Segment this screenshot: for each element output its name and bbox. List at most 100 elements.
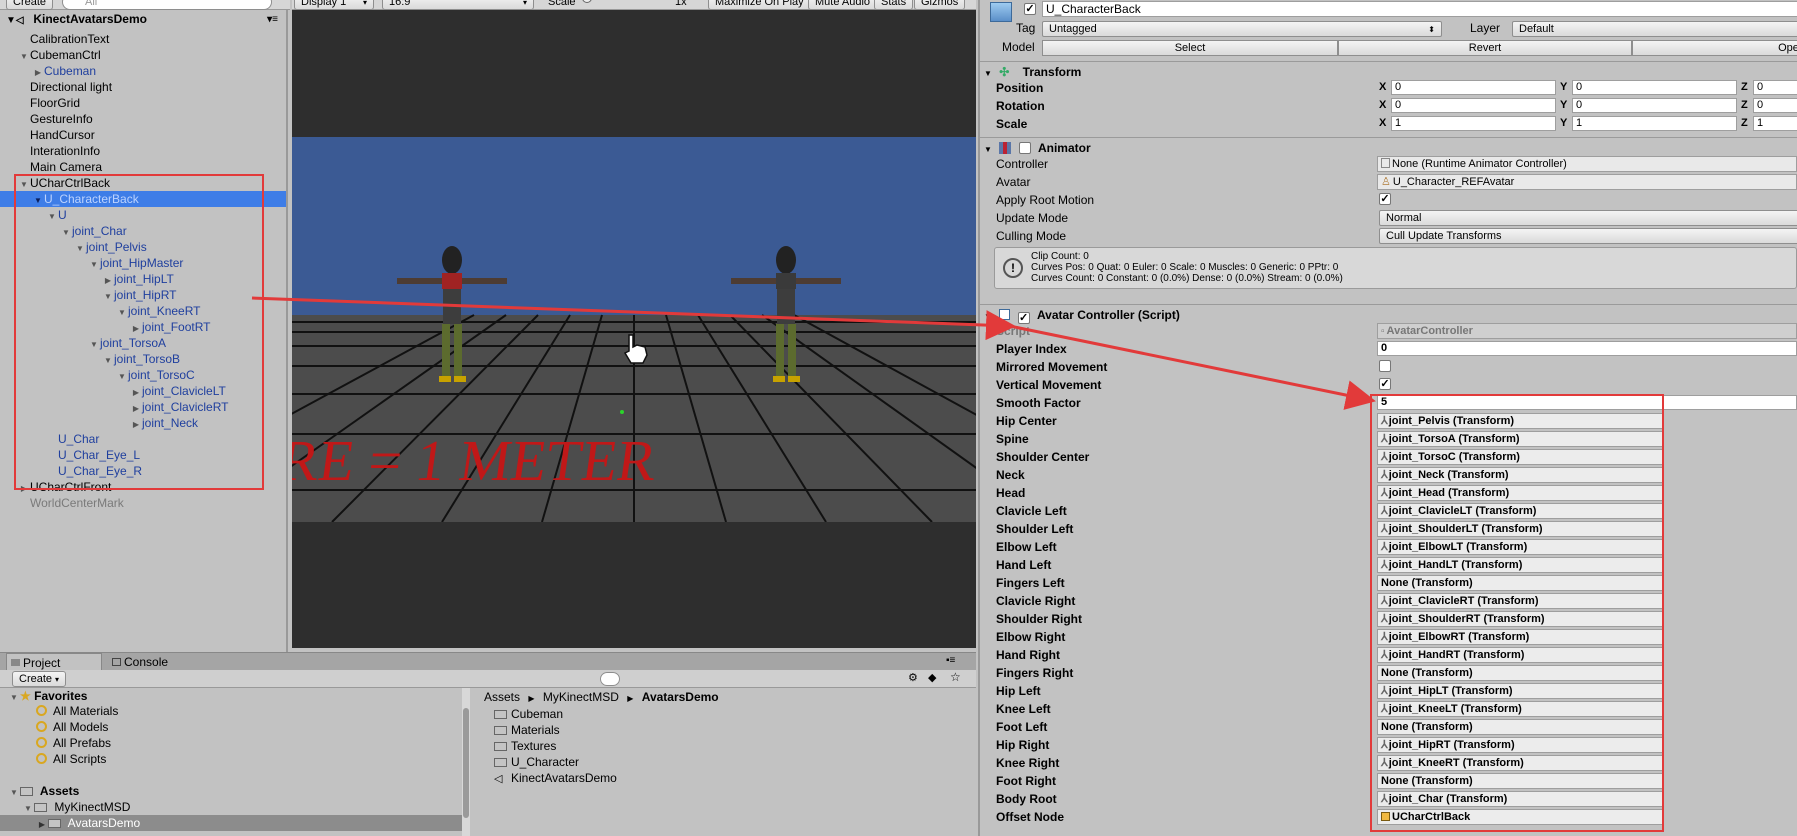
breadcrumb-separator-icon: ▶ [627, 694, 634, 703]
transform-y-field[interactable]: 0 [1572, 80, 1737, 95]
tab-console[interactable]: Console [108, 653, 198, 671]
favorite-item-label: All Prefabs [53, 736, 112, 750]
player-index-field[interactable]: 0 [1377, 341, 1797, 356]
model-revert-button[interactable]: Revert [1338, 40, 1632, 56]
transform-y-field[interactable]: 1 [1572, 116, 1737, 131]
dropdown-arrow-icon: ▾ [362, 0, 367, 7]
maximize-on-play-toggle[interactable]: Maximize On Play [708, 0, 811, 10]
hierarchy-item[interactable]: Main Camera [18, 159, 102, 175]
model-select-button[interactable]: Select [1042, 40, 1338, 56]
display-dropdown[interactable]: Display 1 ▾ [294, 0, 374, 10]
controller-field[interactable]: None (Runtime Animator Controller) [1377, 156, 1797, 172]
game-view[interactable]: ARE = 1 METER [292, 10, 976, 648]
favorite-item[interactable]: All Prefabs [36, 735, 111, 751]
project-search-input[interactable] [600, 672, 620, 686]
scale-slider-handle[interactable] [582, 0, 592, 3]
hierarchy-item[interactable]: GestureInfo [18, 111, 93, 127]
hierarchy-item-label: CalibrationText [30, 32, 110, 46]
project-tabbar: Project Console ▪≡ [0, 652, 976, 671]
hierarchy-search-input[interactable]: All [62, 0, 272, 10]
avatar-controller-header[interactable]: ▼ ✓ Avatar Controller (Script) [980, 304, 1797, 324]
bone-label: Shoulder Center [996, 450, 1090, 464]
layer-dropdown[interactable]: Default [1512, 21, 1797, 37]
favorites-header[interactable]: ▼ ★ Favorites [8, 688, 87, 704]
file-item[interactable]: U_Character [494, 754, 579, 770]
axis-label: X [1379, 99, 1387, 111]
object-name-field[interactable]: U_CharacterBack [1042, 1, 1797, 17]
transform-x-field[interactable]: 0 [1391, 80, 1556, 95]
tree-item-mykinectmsd[interactable]: ▼ MyKinectMSD [22, 799, 130, 815]
filter-label-icon[interactable]: ◆ [928, 671, 936, 684]
tab-project[interactable]: Project [6, 653, 102, 671]
transform-header[interactable]: ▼ ✣ Transform [980, 61, 1797, 81]
transform-x-field[interactable]: 0 [1391, 98, 1556, 113]
assets-header[interactable]: ▼ Assets [8, 783, 79, 799]
favorite-item-label: All Models [53, 720, 109, 734]
file-item[interactable]: ◁ KinectAvatarsDemo [494, 770, 617, 786]
hierarchy-create-button[interactable]: Create [6, 0, 54, 10]
breadcrumb-separator-icon: ▶ [528, 694, 535, 703]
axis-label: Z [1741, 117, 1748, 129]
file-item[interactable]: Cubeman [494, 706, 563, 722]
scale-value: 1x [675, 0, 687, 8]
update-mode-value: Normal [1386, 212, 1422, 224]
animator-header[interactable]: ▼ Animator [980, 137, 1797, 157]
hierarchy-item[interactable]: HandCursor [18, 127, 95, 143]
scrollbar-thumb[interactable] [463, 708, 469, 818]
favorite-star-icon[interactable]: ☆ [950, 670, 961, 684]
vertical-movement-checkbox[interactable]: ✓ [1379, 378, 1391, 390]
favorite-item[interactable]: All Models [36, 719, 108, 735]
hierarchy-menu-icon[interactable]: ▾≡ [267, 11, 278, 28]
transform-z-field[interactable]: 1 [1753, 116, 1797, 131]
hierarchy-item-label: WorldCenterMark [30, 496, 124, 510]
aspect-dropdown[interactable]: 16:9 ▾ [382, 0, 534, 10]
transform-z-field[interactable]: 0 [1753, 80, 1797, 95]
breadcrumb-item[interactable]: MyKinectMSD [543, 690, 619, 704]
gizmos-toggle[interactable]: Gizmos [914, 0, 966, 10]
apply-root-motion-checkbox[interactable]: ✓ [1379, 193, 1391, 205]
avatar-controller-enabled-checkbox[interactable]: ✓ [1017, 312, 1030, 324]
hierarchy-item[interactable]: ▶ Cubeman [32, 63, 96, 79]
bone-label: Neck [996, 468, 1025, 482]
tree-item-avatarsdemo[interactable]: ▶ AvatarsDemo [0, 815, 462, 831]
breadcrumb-item[interactable]: Assets [484, 690, 520, 704]
hierarchy-item[interactable]: CalibrationText [18, 31, 109, 47]
file-item[interactable]: Materials [494, 722, 560, 738]
update-mode-dropdown[interactable]: Normal [1379, 210, 1797, 226]
breadcrumb-item[interactable]: AvatarsDemo [642, 690, 719, 704]
scene-header[interactable]: ▼◁ KinectAvatarsDemo ▾≡ [0, 11, 286, 28]
scene-sky [292, 137, 976, 315]
mute-audio-toggle[interactable]: Mute Audio [808, 0, 878, 10]
filter-type-icon[interactable]: ⚙ [908, 671, 918, 684]
animator-icon [999, 142, 1012, 154]
avatar-field[interactable]: ♙ U_Character_REFAvatar [1377, 174, 1797, 190]
tag-dropdown[interactable]: Untagged ⬍ [1042, 21, 1442, 37]
folder-icon [494, 742, 507, 751]
hierarchy-item[interactable]: Directional light [18, 79, 112, 95]
project-create-button[interactable]: Create ▾ [12, 671, 67, 687]
folder-icon [48, 819, 61, 828]
hierarchy-item[interactable]: InterationInfo [18, 143, 100, 159]
expand-arrow-icon[interactable]: ▼ [18, 49, 30, 65]
lock-icon[interactable]: ▪≡ [946, 655, 955, 666]
favorite-item[interactable]: All Scripts [36, 751, 106, 767]
model-open-button[interactable]: Open [1632, 40, 1797, 56]
hierarchy-item[interactable]: ▼ CubemanCtrl [18, 47, 101, 63]
hierarchy-search-placeholder: All [85, 0, 98, 8]
mirrored-movement-checkbox[interactable] [1379, 360, 1391, 372]
transform-z-field[interactable]: 0 [1753, 98, 1797, 113]
hierarchy-item-label: Main Camera [30, 160, 103, 174]
active-checkbox[interactable]: ✓ [1024, 3, 1036, 15]
transform-y-field[interactable]: 0 [1572, 98, 1737, 113]
stats-toggle[interactable]: Stats [874, 0, 914, 10]
file-item[interactable]: Textures [494, 738, 556, 754]
project-scrollbar[interactable] [462, 688, 470, 836]
bone-label: Hand Right [996, 648, 1060, 662]
bone-label: Spine [996, 432, 1029, 446]
animator-enabled-checkbox[interactable] [1018, 142, 1031, 154]
favorite-item[interactable]: All Materials [36, 703, 118, 719]
culling-mode-dropdown[interactable]: Cull Update Transforms [1379, 228, 1797, 244]
transform-x-field[interactable]: 1 [1391, 116, 1556, 131]
hierarchy-item[interactable]: FloorGrid [18, 95, 80, 111]
hierarchy-item[interactable]: WorldCenterMark [18, 495, 124, 511]
